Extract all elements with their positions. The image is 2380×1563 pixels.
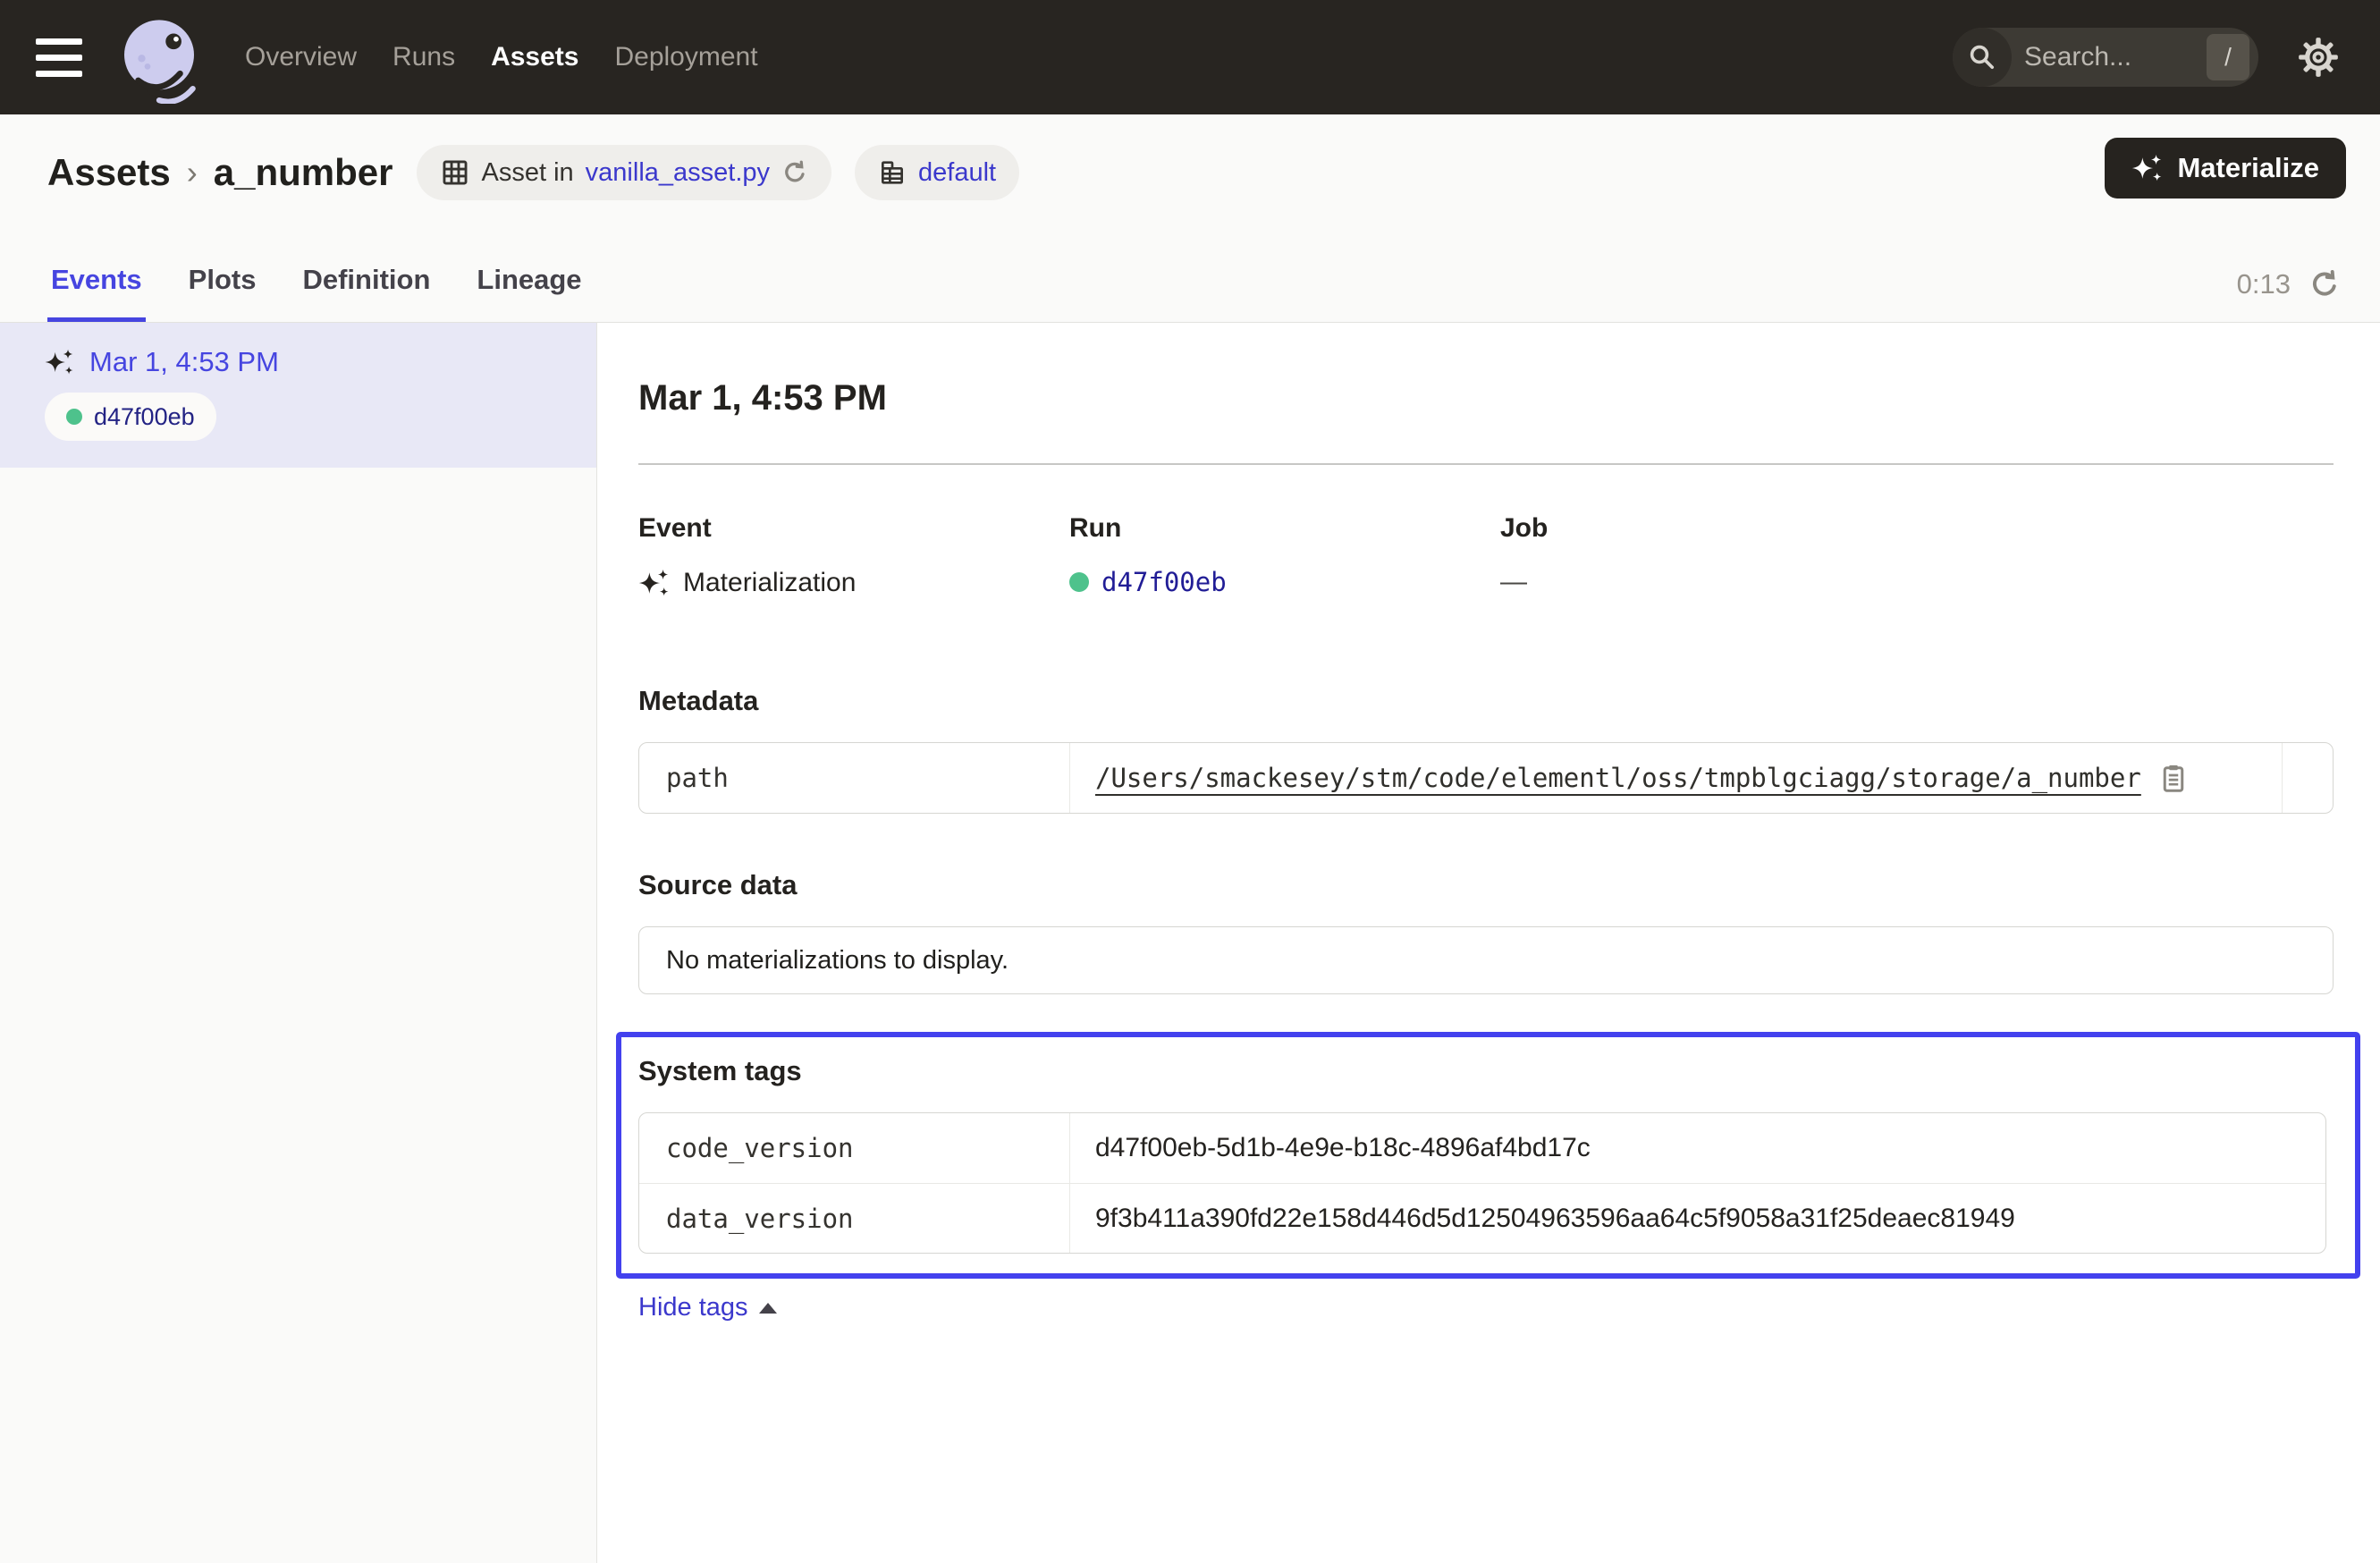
event-detail-heading: Mar 1, 4:53 PM <box>638 378 2334 418</box>
job-column: Job — <box>1500 513 2334 599</box>
copy-icon[interactable] <box>2157 762 2190 794</box>
search-shortcut-badge: / <box>2207 34 2249 80</box>
tag-value: d47f00eb-5d1b-4e9e-b18c-4896af4bd17c <box>1095 1133 1591 1163</box>
search-input[interactable] <box>2012 42 2207 72</box>
metadata-key: path <box>639 743 1070 813</box>
materialize-button[interactable]: Materialize <box>2105 138 2346 199</box>
top-nav: Overview Runs Assets Deployment / <box>0 0 2380 114</box>
table-row: code_version d47f00eb-5d1b-4e9e-b18c-489… <box>639 1113 2325 1183</box>
event-list-item[interactable]: Mar 1, 4:53 PM d47f00eb <box>0 323 596 468</box>
tag-key: code_version <box>639 1113 1070 1183</box>
run-status-dot <box>1069 572 1089 592</box>
source-data-section: Source data No materializations to displ… <box>638 869 2334 994</box>
asset-tabs: Events Plots Definition Lineage <box>47 264 586 322</box>
sparkle-icon <box>2131 152 2164 184</box>
reload-icon[interactable] <box>781 159 808 186</box>
gear-icon[interactable] <box>2298 37 2339 78</box>
system-tags-table: code_version d47f00eb-5d1b-4e9e-b18c-489… <box>638 1112 2326 1254</box>
materialization-sparkle-icon <box>45 347 75 377</box>
refresh-icon[interactable] <box>2308 268 2341 300</box>
row-actions-cell <box>2282 743 2333 813</box>
asset-badge-prefix: Asset in <box>482 158 574 188</box>
job-empty-value: — <box>1500 567 1527 597</box>
search-box[interactable]: / <box>1953 28 2258 87</box>
page-header: Assets › a_number Asset in vanilla_asset… <box>0 114 2380 323</box>
tab-lineage[interactable]: Lineage <box>473 264 585 322</box>
asset-file-link[interactable]: vanilla_asset.py <box>586 158 770 188</box>
event-timestamp-link[interactable]: Mar 1, 4:53 PM <box>89 346 279 378</box>
nav-item-overview[interactable]: Overview <box>245 42 357 72</box>
hide-tags-link[interactable]: Hide tags <box>638 1293 777 1322</box>
breadcrumb: Assets › a_number <box>47 151 393 194</box>
repo-default-link[interactable]: default <box>918 158 996 188</box>
divider <box>638 463 2334 465</box>
page-title: a_number <box>214 151 393 194</box>
job-column-label: Job <box>1500 513 2334 544</box>
tag-value: 9f3b411a390fd22e158d446d5d12504963596aa6… <box>1095 1204 2015 1234</box>
event-column-label: Event <box>638 513 1069 544</box>
run-column-label: Run <box>1069 513 1500 544</box>
run-id-link[interactable]: d47f00eb <box>1101 567 1227 597</box>
source-data-empty-state: No materializations to display. <box>638 926 2334 994</box>
metadata-section: Metadata path /Users/smackesey/stm/code/… <box>638 685 2334 814</box>
tab-events[interactable]: Events <box>47 264 146 322</box>
metadata-table: path /Users/smackesey/stm/code/elementl/… <box>638 742 2334 814</box>
search-icon <box>1953 28 2012 87</box>
refresh-countdown: 0:13 <box>2237 268 2291 300</box>
app-window: Overview Runs Assets Deployment / <box>0 0 2380 1563</box>
run-column: Run d47f00eb <box>1069 513 1500 599</box>
system-tags-section: System tags code_version d47f00eb-5d1b-4… <box>638 1055 2326 1254</box>
event-detail-panel: Mar 1, 4:53 PM Event Materialization Run <box>597 323 2380 1563</box>
nav-item-runs[interactable]: Runs <box>392 42 455 72</box>
dagster-logo-icon[interactable] <box>113 11 206 104</box>
chevron-right-icon: › <box>187 154 198 191</box>
primary-nav: Overview Runs Assets Deployment <box>245 42 758 72</box>
tab-definition[interactable]: Definition <box>299 264 434 322</box>
caret-up-icon <box>759 1303 777 1314</box>
table-row: path /Users/smackesey/stm/code/elementl/… <box>639 743 2333 813</box>
system-tags-highlight-box: System tags code_version d47f00eb-5d1b-4… <box>616 1032 2360 1279</box>
workspace-icon <box>878 158 907 187</box>
event-type-value: Materialization <box>683 568 856 598</box>
asset-definition-badge: Asset in vanilla_asset.py <box>417 145 832 200</box>
path-value-link[interactable]: /Users/smackesey/stm/code/elementl/oss/t… <box>1095 763 2141 793</box>
event-list-sidebar: Mar 1, 4:53 PM d47f00eb <box>0 323 597 1563</box>
materialization-sparkle-icon <box>638 567 671 599</box>
repo-location-badge: default <box>855 145 1019 200</box>
tab-plots[interactable]: Plots <box>185 264 260 322</box>
metadata-heading: Metadata <box>638 685 2334 717</box>
grid-icon <box>440 157 470 188</box>
nav-item-assets[interactable]: Assets <box>491 42 578 72</box>
breadcrumb-assets-link[interactable]: Assets <box>47 151 171 194</box>
tag-key: data_version <box>639 1184 1070 1253</box>
table-row: data_version 9f3b411a390fd22e158d446d5d1… <box>639 1183 2325 1253</box>
nav-item-deployment[interactable]: Deployment <box>614 42 757 72</box>
system-tags-heading: System tags <box>638 1055 2326 1087</box>
run-status-dot <box>66 409 82 425</box>
source-data-heading: Source data <box>638 869 2334 901</box>
event-column: Event Materialization <box>638 513 1069 599</box>
run-id-chip[interactable]: d47f00eb <box>45 393 216 441</box>
menu-icon[interactable] <box>36 38 82 77</box>
